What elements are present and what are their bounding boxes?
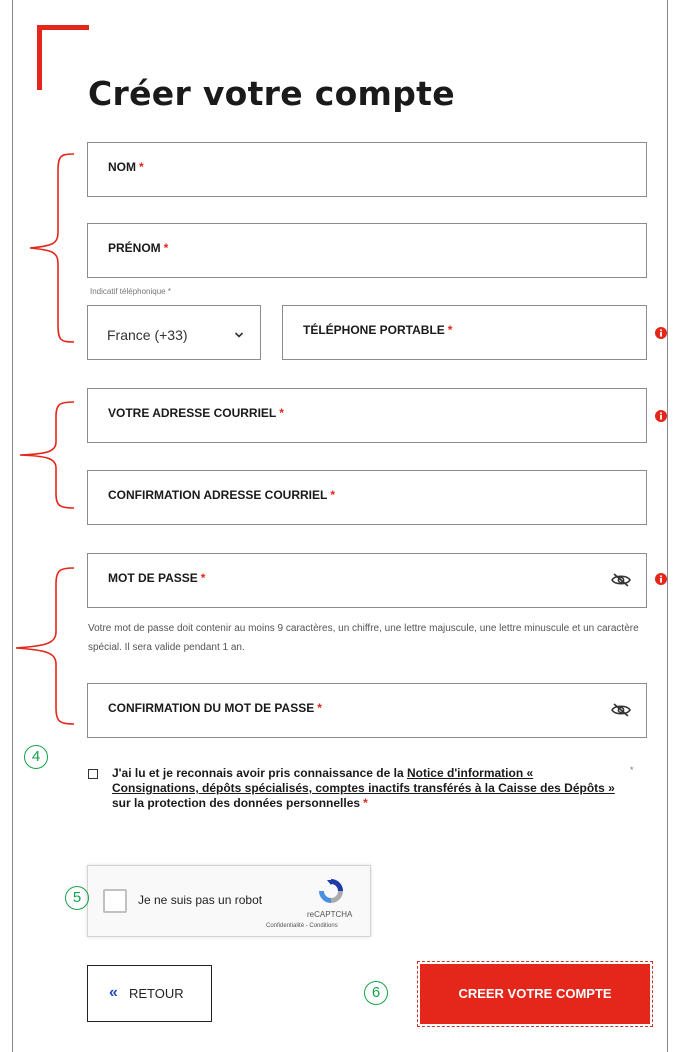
password-label: MOT DE PASSE *	[108, 571, 206, 585]
email-confirm-label: CONFIRMATION ADRESSE COURRIEL *	[108, 488, 336, 502]
consent-text: J'ai lu et je reconnais avoir pris conna…	[112, 766, 618, 811]
decorative-red-bar-vertical	[37, 25, 42, 90]
country-code-value: France (+33)	[107, 327, 188, 343]
annotation-marker-6: 6	[364, 981, 388, 1005]
annotation-marker-5: 5	[65, 886, 89, 910]
prenom-label: PRÉNOM *	[108, 241, 169, 255]
recaptcha-label: Je ne suis pas un robot	[138, 893, 263, 907]
password-field[interactable]: MOT DE PASSE *	[87, 553, 647, 608]
back-button[interactable]: « RETOUR	[87, 965, 212, 1022]
nom-field[interactable]: NOM *	[87, 142, 647, 197]
eye-slash-icon[interactable]	[610, 702, 632, 718]
telephone-label: TÉLÉPHONE PORTABLE *	[303, 323, 453, 337]
consent-side-mark: *	[630, 765, 634, 775]
error-info-icon	[655, 573, 667, 585]
consent-checkbox[interactable]	[88, 769, 98, 779]
password-confirm-label: CONFIRMATION DU MOT DE PASSE *	[108, 701, 322, 715]
consent-required-mark: *	[363, 796, 368, 810]
back-button-label: RETOUR	[129, 986, 184, 1001]
password-help-text: Votre mot de passe doit contenir au moin…	[88, 623, 639, 653]
recaptcha-terms-link[interactable]: Confidentialité - Conditions	[266, 923, 338, 929]
email-field[interactable]: VOTRE ADRESSE COURRIEL *	[87, 388, 647, 443]
create-account-button[interactable]: CREER VOTRE COMPTE	[417, 961, 653, 1027]
eye-slash-icon[interactable]	[610, 572, 632, 588]
group-bracket-identity	[29, 153, 75, 343]
email-label: VOTRE ADRESSE COURRIEL *	[108, 406, 284, 420]
annotation-marker-4: 4	[24, 745, 48, 769]
indicatif-label: Indicatif téléphonique *	[90, 287, 171, 296]
prenom-field[interactable]: PRÉNOM *	[87, 223, 647, 278]
group-bracket-password	[15, 567, 75, 725]
telephone-field[interactable]: TÉLÉPHONE PORTABLE *	[282, 305, 647, 360]
nom-label: NOM *	[108, 160, 144, 174]
error-info-icon	[655, 327, 667, 339]
page-title: Créer votre compte	[88, 74, 455, 113]
error-info-icon	[655, 410, 667, 422]
double-chevron-left-icon: «	[109, 984, 118, 1001]
recaptcha-logo-icon	[319, 879, 343, 903]
consent-text-after: sur la protection des données personnell…	[112, 796, 361, 810]
recaptcha-brand: reCAPTCHA	[307, 910, 353, 919]
password-confirm-field[interactable]: CONFIRMATION DU MOT DE PASSE *	[87, 683, 647, 738]
chevron-down-icon	[234, 332, 244, 338]
email-confirm-field[interactable]: CONFIRMATION ADRESSE COURRIEL *	[87, 470, 647, 525]
create-account-button-label: CREER VOTRE COMPTE	[458, 986, 612, 1001]
recaptcha-checkbox[interactable]	[103, 889, 127, 913]
country-code-select[interactable]: France (+33)	[87, 305, 261, 360]
group-bracket-email	[19, 401, 75, 509]
decorative-red-bar	[37, 25, 89, 30]
consent-text-before: J'ai lu et je reconnais avoir pris conna…	[112, 766, 407, 780]
recaptcha-widget: Je ne suis pas un robot reCAPTCHA Confid…	[87, 865, 371, 937]
